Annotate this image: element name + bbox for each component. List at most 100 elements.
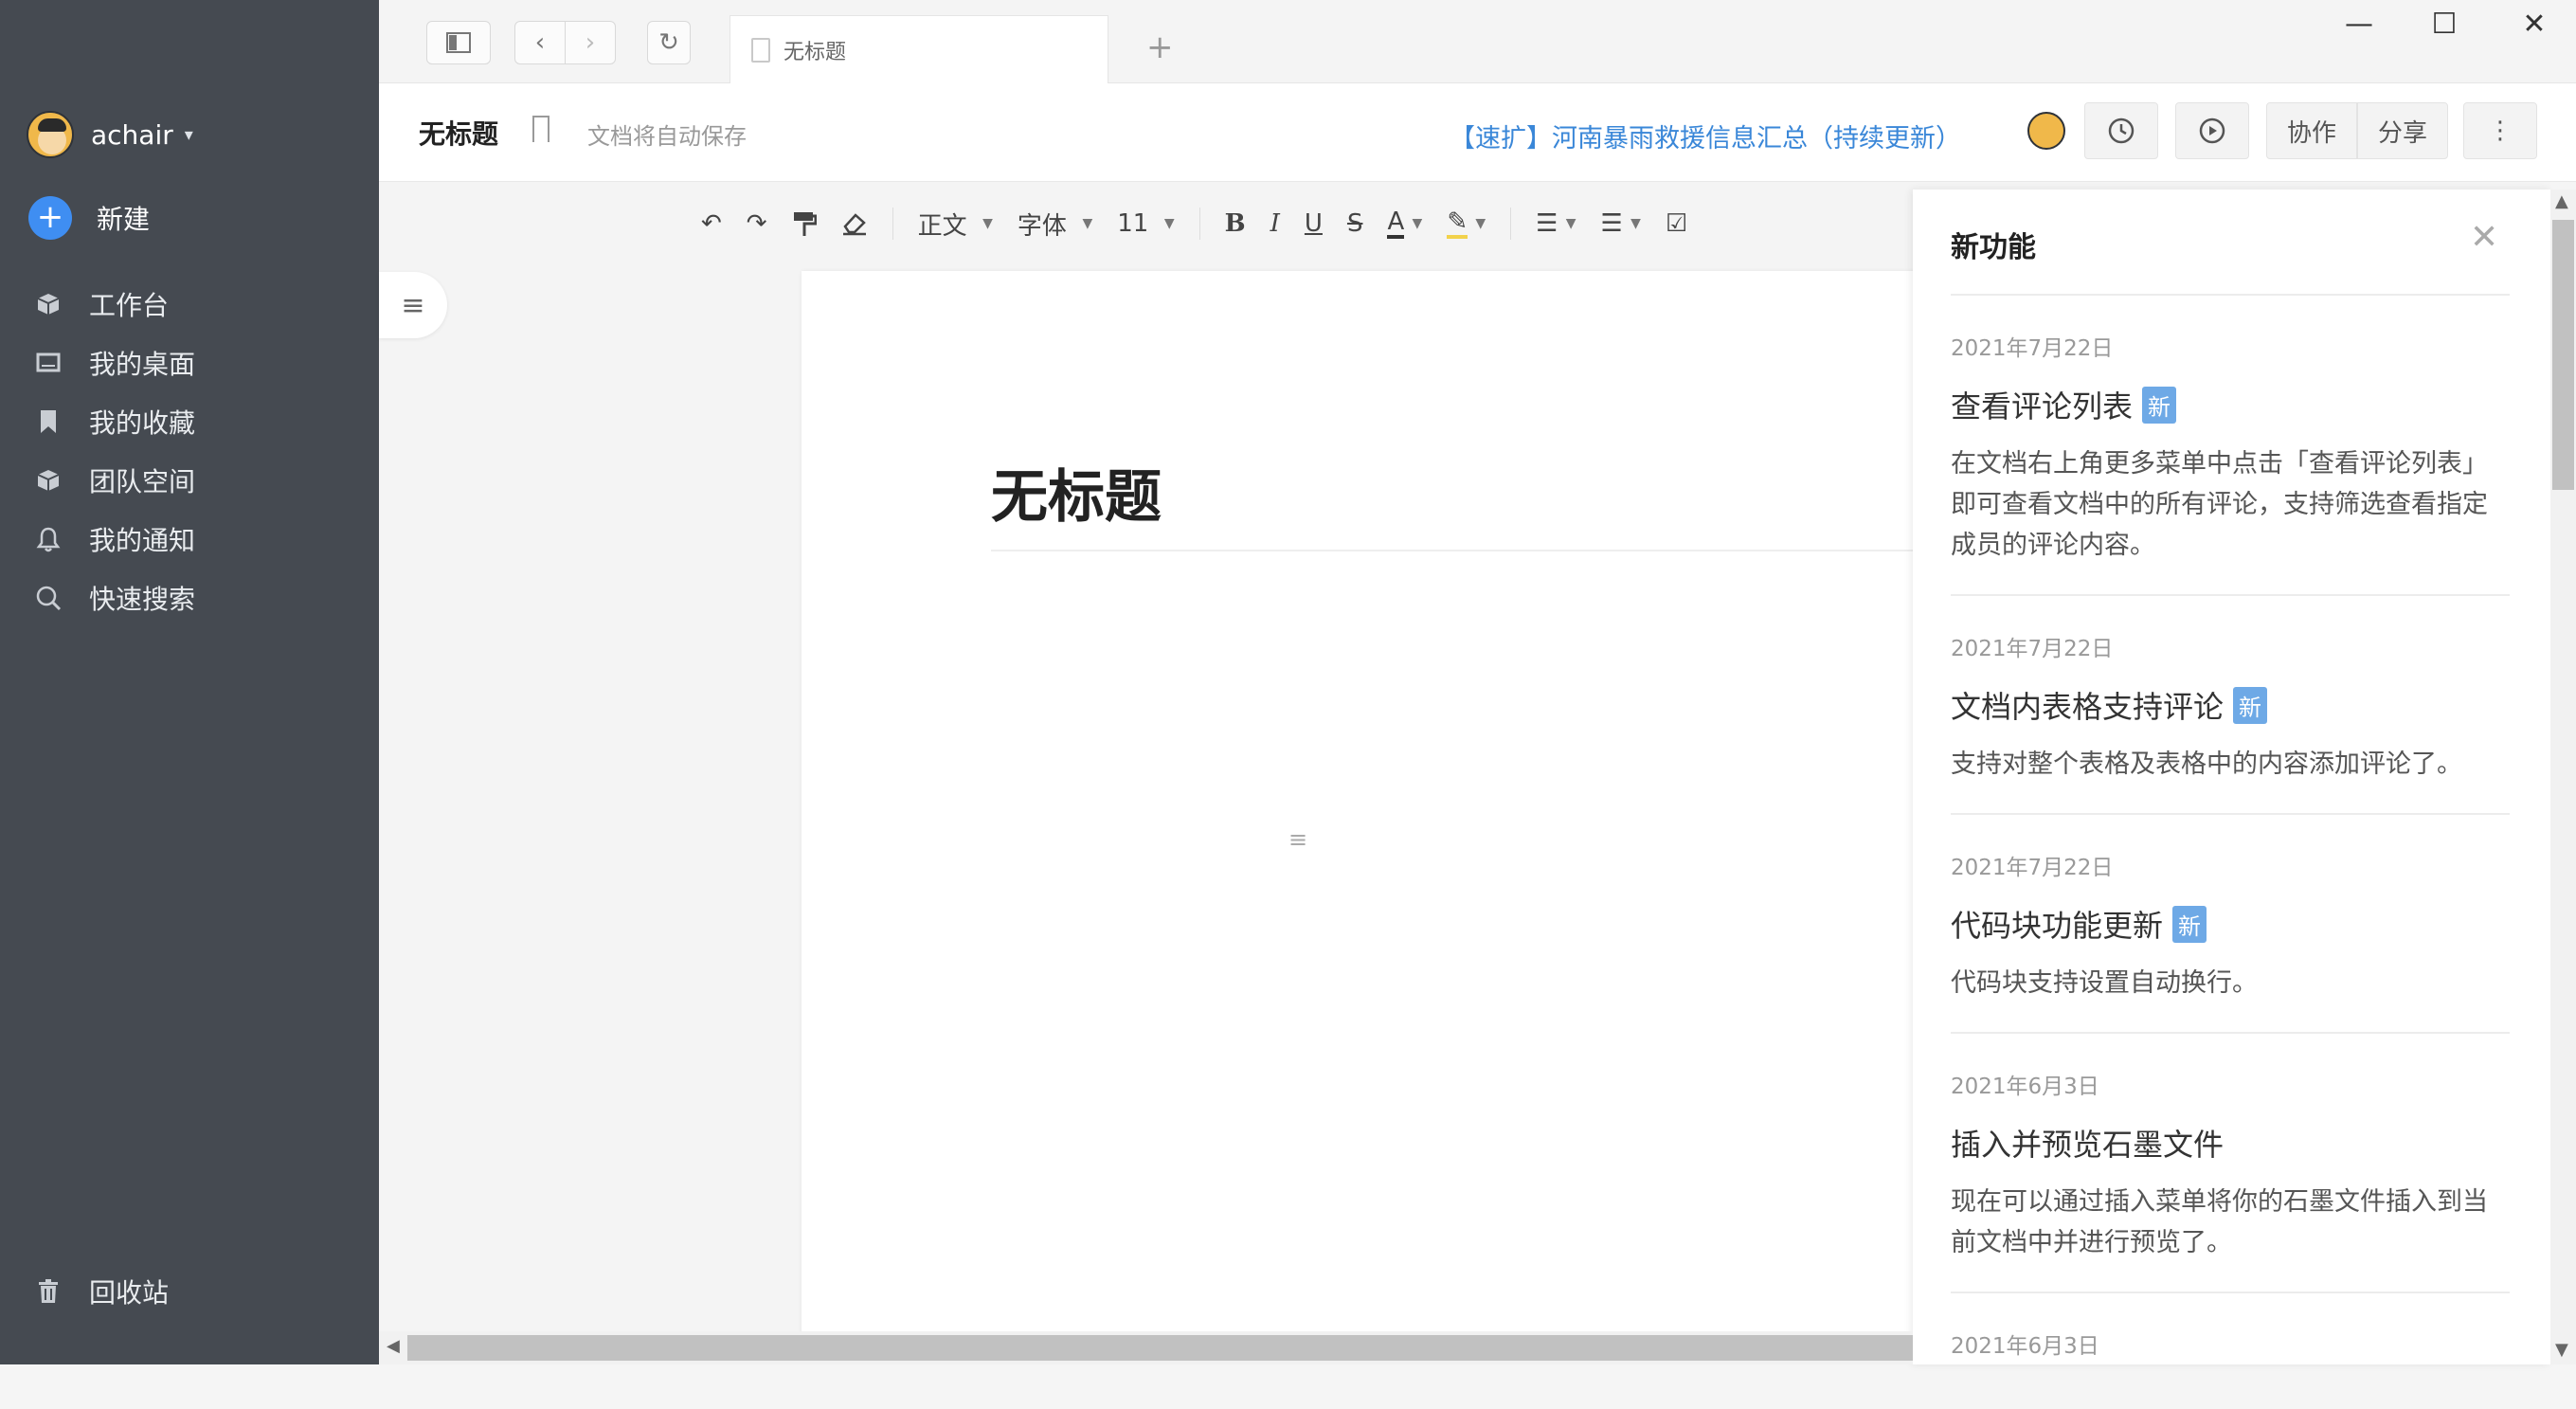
paragraph-style-value: 正文 <box>917 211 967 241</box>
sidebar: achair ▾ + 新建 工作台 我的桌面 我的收藏 团队空间 我的通知 快速… <box>0 0 379 1364</box>
scroll-up-icon[interactable]: ▲ <box>2555 191 2568 211</box>
history-icon <box>2108 117 2135 144</box>
font-size-select[interactable]: 11 ▼ <box>1117 201 1174 246</box>
toggle-sidebar-button[interactable] <box>426 21 491 64</box>
more-vertical-icon: ⋮ <box>2488 117 2513 145</box>
feature-date: 2021年7月22日 <box>1951 336 2114 361</box>
history-button[interactable] <box>2084 102 2158 159</box>
format-painter-button[interactable] <box>792 201 817 246</box>
feature-description: 现在可以通过插入菜单将你的石墨文件插入到当前文档中并进行预览了。 <box>1951 1187 2488 1257</box>
forward-button[interactable]: › <box>565 21 616 64</box>
bullet-list-button[interactable]: ☰ ▼ <box>1601 201 1641 246</box>
autosave-status: 文档将自动保存 <box>587 123 747 150</box>
tab-untitled[interactable]: 无标题 <box>730 15 1108 83</box>
redo-button[interactable]: ↷ <box>747 201 767 246</box>
share-button[interactable]: 分享 <box>2357 102 2448 159</box>
minimize-button[interactable]: — <box>2331 8 2387 41</box>
format-painter-icon <box>793 212 817 236</box>
highlight-button[interactable]: ✎ ▼ <box>1447 201 1486 246</box>
bookmark-icon[interactable] <box>532 116 549 142</box>
scroll-left-icon[interactable]: ◀ <box>387 1336 400 1356</box>
sidebar-nav: 工作台 我的桌面 我的收藏 团队空间 我的通知 快速搜索 <box>34 275 195 627</box>
play-icon <box>2199 117 2225 144</box>
feature-title: 查看评论列表新 <box>1951 383 2510 426</box>
bold-icon: B <box>1224 209 1246 238</box>
checkbox-icon: ☑ <box>1665 209 1688 238</box>
feature-date: 2021年6月3日 <box>1951 1075 2099 1099</box>
avatar <box>27 111 74 158</box>
text-color-button[interactable]: A ▼ <box>1387 201 1422 246</box>
caret-down-icon: ▼ <box>1475 216 1486 231</box>
sidebar-item-label: 快速搜索 <box>89 584 196 615</box>
caret-down-icon: ▼ <box>1565 216 1576 231</box>
refresh-button[interactable]: ↻ <box>647 21 691 64</box>
list-item: 2021年7月22日 文档内表格支持评论新 支持对整个表格及表格中的内容添加评论… <box>1951 594 2510 813</box>
feature-title: 文档内表格支持评论新 <box>1951 683 2510 727</box>
list-item: 2021年7月22日 查看评论列表新 在文档右上角更多菜单中点击「查看评论列表」… <box>1951 294 2510 594</box>
back-button[interactable]: ‹ <box>514 21 566 64</box>
undo-button[interactable]: ↶ <box>701 201 722 246</box>
feature-description: 在文档右上角更多菜单中点击「查看评论列表」即可查看文档中的所有评论，支持筛选查看… <box>1951 449 2488 560</box>
bold-button[interactable]: B <box>1225 201 1246 246</box>
vertical-scroll-thumb[interactable] <box>2552 220 2574 490</box>
maximize-button[interactable]: ☐ <box>2416 8 2473 41</box>
chevron-left-icon: ‹ <box>534 28 546 57</box>
new-button[interactable]: + 新建 <box>28 196 150 240</box>
ordered-list-button[interactable]: ☰ ▼ <box>1536 201 1576 246</box>
document-title[interactable]: 无标题 <box>991 451 1162 533</box>
paragraph-handle-icon[interactable]: ≡ <box>1288 826 1307 853</box>
underline-button[interactable]: U <box>1305 201 1323 246</box>
caret-down-icon: ▼ <box>982 216 993 231</box>
chevron-down-icon: ▾ <box>184 124 193 145</box>
paragraph-style-select[interactable]: 正文 ▼ <box>918 201 993 246</box>
scroll-down-icon[interactable]: ▼ <box>2555 1340 2568 1360</box>
sidebar-item-workbench[interactable]: 工作台 <box>34 275 195 334</box>
font-value: 字体 <box>1017 211 1067 241</box>
close-window-button[interactable]: ✕ <box>2506 8 2563 41</box>
sidebar-item-favorites[interactable]: 我的收藏 <box>34 392 195 451</box>
document-header: 无标题 文档将自动保存 【速扩】河南暴雨救援信息汇总（持续更新） 协作 分享 ⋮ <box>379 83 2576 182</box>
feature-title-text: 文档内表格支持评论 <box>1951 689 2225 725</box>
list-item: 2021年6月3日 <box>1951 1292 2510 1409</box>
sidebar-item-label: 我的收藏 <box>89 407 196 439</box>
announcement-link[interactable]: 【速扩】河南暴雨救援信息汇总（持续更新） <box>1450 117 1961 154</box>
collaborator-avatar[interactable] <box>2027 112 2065 150</box>
bell-icon <box>34 525 63 553</box>
sidebar-item-team[interactable]: 团队空间 <box>34 451 195 510</box>
list-item: 2021年6月3日 插入并预览石墨文件 现在可以通过插入菜单将你的石墨文件插入到… <box>1951 1032 2510 1292</box>
undo-icon: ↶ <box>701 209 722 238</box>
strikethrough-button[interactable]: S <box>1347 201 1363 246</box>
outline-toggle-button[interactable]: ≡ <box>379 272 447 338</box>
sidebar-item-desktop[interactable]: 我的桌面 <box>34 334 195 392</box>
font-select[interactable]: 字体 ▼ <box>1018 201 1092 246</box>
new-badge: 新 <box>2172 905 2207 943</box>
desktop-icon <box>34 349 63 377</box>
feature-title: 插入并预览石墨文件 <box>1951 1121 2510 1165</box>
close-icon[interactable]: ✕ <box>2470 218 2498 257</box>
add-tab-button[interactable]: + <box>1146 28 1174 66</box>
menu-icon: ≡ <box>401 288 425 322</box>
checklist-button[interactable]: ☑ <box>1666 201 1687 246</box>
redo-icon: ↷ <box>746 209 767 238</box>
sidebar-item-trash[interactable]: 回收站 <box>34 1273 169 1310</box>
present-button[interactable] <box>2175 102 2249 159</box>
eraser-icon <box>842 213 866 236</box>
user-menu[interactable]: achair ▾ <box>27 106 193 163</box>
feature-list: 2021年7月22日 查看评论列表新 在文档右上角更多菜单中点击「查看评论列表」… <box>1951 294 2510 1409</box>
sidebar-item-notifications[interactable]: 我的通知 <box>34 510 195 569</box>
horizontal-scroll-thumb[interactable] <box>407 1335 1913 1361</box>
bullet-list-icon: ☰ <box>1600 209 1623 238</box>
sidebar-item-label: 我的通知 <box>89 525 196 556</box>
italic-button[interactable]: I <box>1270 201 1280 246</box>
trash-label: 回收站 <box>89 1277 170 1309</box>
doc-title[interactable]: 无标题 <box>419 114 498 152</box>
panel-title: 新功能 <box>1951 231 2036 264</box>
team-cube-icon <box>34 466 63 495</box>
clear-format-button[interactable] <box>841 201 868 246</box>
feature-title-text: 代码块功能更新 <box>1951 908 2164 944</box>
sidebar-item-search[interactable]: 快速搜索 <box>34 569 195 627</box>
feature-description: 代码块支持设置自动换行。 <box>1951 968 2258 998</box>
more-menu-button[interactable]: ⋮ <box>2463 102 2537 159</box>
collaborate-button[interactable]: 协作 <box>2266 102 2357 159</box>
tab-bar: ‹ › ↻ 无标题 + — ☐ ✕ <box>379 0 2576 83</box>
